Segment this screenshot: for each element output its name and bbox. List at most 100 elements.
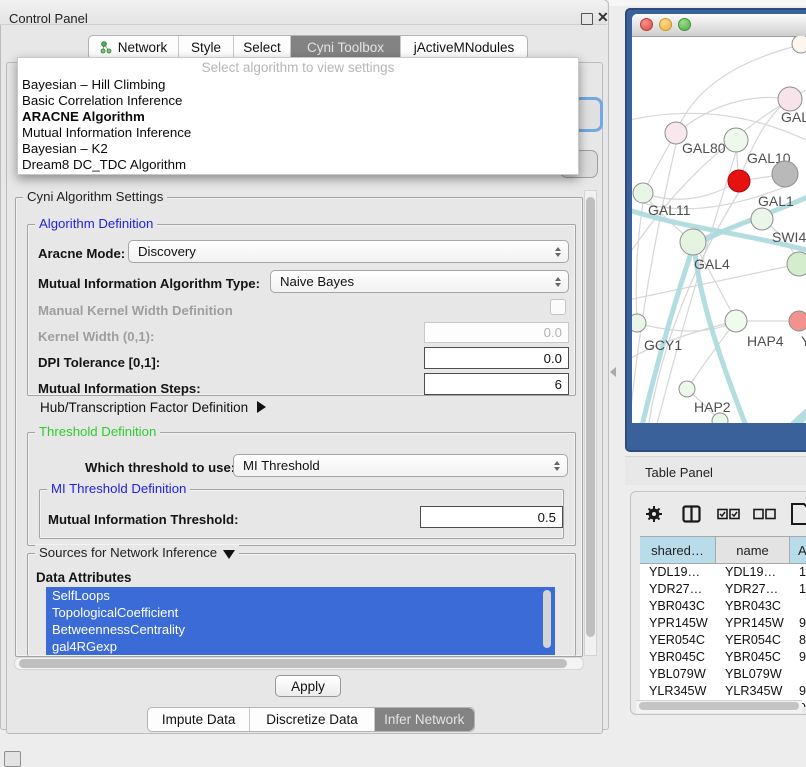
table-row[interactable]: YBR043CYBR043C [640, 598, 806, 615]
table-row[interactable]: YER054CYER054C8. [640, 632, 806, 649]
network-node[interactable] [633, 183, 653, 203]
attribute-item[interactable]: gal4RGexp [46, 638, 555, 655]
mi-threshold-field[interactable]: 0.5 [420, 506, 563, 528]
tab-infer-network[interactable]: Infer Network [375, 708, 474, 731]
table-cell[interactable]: YBR043C [640, 598, 716, 615]
table-cell[interactable]: YER054C [716, 632, 790, 649]
network-node[interactable] [751, 208, 773, 230]
select-all-checkboxes-icon[interactable] [717, 508, 741, 520]
tab-cyni-toolbox[interactable]: Cyni Toolbox [291, 36, 401, 59]
table-cell[interactable]: 9. [790, 649, 806, 666]
settings-vscrollbar-thumb[interactable] [586, 197, 595, 637]
table-cell[interactable]: 8. [790, 632, 806, 649]
table-cell[interactable]: YBR045C [640, 649, 716, 666]
network-node[interactable] [728, 170, 750, 192]
tab-select[interactable]: Select [234, 36, 291, 59]
network-node[interactable] [792, 36, 806, 53]
table-cell[interactable]: YPR145W [640, 615, 716, 632]
table-row[interactable]: YDR27…YDR27…12 [640, 581, 806, 598]
tab-discretize-data[interactable]: Discretize Data [250, 708, 374, 731]
hub-definition-toggle[interactable]: Hub/Transcription Factor Definition [40, 400, 266, 415]
network-canvas[interactable]: GALGAL80GAL10GAL1GAL11SWI4GAL4GCY1HAP4YH… [632, 36, 806, 423]
table-cell[interactable]: 13 [790, 564, 806, 581]
gear-icon[interactable] [645, 505, 663, 523]
dropdown-item[interactable]: ARACNE Algorithm [18, 109, 578, 125]
zoom-traffic-light-icon[interactable] [678, 18, 691, 31]
table-row[interactable]: YBL079WYBL079W [640, 666, 806, 683]
column-header-next[interactable]: A [790, 537, 806, 563]
table-cell[interactable]: YBL079W [640, 666, 716, 683]
table-cell[interactable]: YDR27… [640, 581, 716, 598]
table-cell[interactable]: YLR345W [640, 683, 716, 700]
network-node[interactable] [725, 310, 747, 332]
network-edge[interactable] [636, 203, 643, 323]
table-cell[interactable]: YPR145W [716, 615, 790, 632]
network-node[interactable] [632, 314, 646, 332]
dpi-tolerance-field[interactable]: 0.0 [424, 347, 569, 369]
table-row[interactable]: YLR345WYLR345W9. [640, 683, 806, 700]
table-cell[interactable]: 12 [790, 581, 806, 598]
table-cell[interactable]: YDR27… [716, 581, 790, 598]
network-edge[interactable] [650, 152, 736, 423]
tab-jactivemnodules[interactable]: jActiveMNodules [401, 36, 527, 59]
network-node[interactable] [789, 311, 806, 331]
column-header-shared-name[interactable]: shared… [640, 537, 716, 563]
network-node[interactable] [778, 87, 802, 111]
table-cell[interactable]: YBR045C [716, 649, 790, 666]
data-attributes-list[interactable]: SelfLoopsTopologicalCoefficientBetweenne… [46, 587, 555, 655]
table-cell[interactable]: YBL079W [716, 666, 790, 683]
float-panel-icon[interactable] [581, 13, 593, 25]
network-edge[interactable] [637, 321, 736, 331]
document-icon[interactable] [790, 502, 806, 526]
dropdown-item[interactable]: Dream8 DC_TDC Algorithm [18, 157, 578, 173]
table-row[interactable]: YPR145WYPR145W9. [640, 615, 806, 632]
dropdown-item[interactable]: Basic Correlation Inference [18, 93, 578, 109]
mi-type-select[interactable]: Naive Bayes [270, 270, 569, 293]
dropdown-item[interactable]: Bayesian – K2 [18, 141, 578, 157]
mi-steps-field[interactable]: 6 [424, 373, 569, 395]
close-traffic-light-icon[interactable] [640, 18, 653, 31]
table-cell[interactable] [790, 598, 806, 615]
network-edge[interactable] [632, 113, 806, 140]
table-cell[interactable]: YER054C [640, 632, 716, 649]
sources-title[interactable]: Sources for Network Inference [35, 545, 239, 560]
dropdown-item[interactable]: Mutual Information Inference [18, 125, 578, 141]
table-cell[interactable]: YBR043C [716, 598, 790, 615]
network-node[interactable] [724, 128, 748, 152]
table-cell[interactable] [790, 666, 806, 683]
table-cell[interactable]: YDL19… [640, 564, 716, 581]
table-cell[interactable]: YLR345W [716, 683, 790, 700]
corner-button[interactable] [4, 751, 21, 767]
settings-hscrollbar[interactable] [14, 657, 584, 670]
apply-button[interactable]: Apply [275, 675, 341, 697]
tab-impute-data[interactable]: Impute Data [148, 708, 250, 731]
minimize-traffic-light-icon[interactable] [659, 18, 672, 31]
network-edge-thick[interactable] [768, 408, 806, 423]
split-columns-icon[interactable] [682, 505, 701, 523]
network-node[interactable] [680, 229, 706, 255]
which-threshold-select[interactable]: MI Threshold [233, 454, 568, 477]
network-node[interactable] [679, 381, 695, 397]
dropdown-item[interactable]: Bayesian – Hill Climbing [18, 77, 578, 93]
aracne-mode-select[interactable]: Discovery [128, 240, 569, 263]
network-node[interactable] [772, 161, 798, 187]
table-hscrollbar-thumb[interactable] [639, 702, 799, 710]
table-cell[interactable]: 9. [790, 683, 806, 700]
network-node[interactable] [787, 252, 806, 276]
attributes-scrollbar-thumb[interactable] [543, 590, 551, 648]
kernel-width-field[interactable]: 0.0 [424, 322, 569, 343]
settings-hscrollbar-thumb[interactable] [19, 659, 567, 668]
table-row[interactable]: YDL19…YDL19…13 [640, 564, 806, 581]
splitter-collapse-icon[interactable] [610, 367, 616, 377]
tab-style[interactable]: Style [179, 36, 234, 59]
column-header-name[interactable]: name [716, 537, 790, 563]
network-edge-thick[interactable] [695, 252, 750, 423]
manual-kernel-checkbox[interactable] [550, 299, 566, 315]
attribute-item[interactable]: BetweennessCentrality [46, 621, 555, 638]
tab-network[interactable]: Network [89, 36, 179, 59]
table-row[interactable]: YBR045CYBR045C9. [640, 649, 806, 666]
deselect-checkboxes-icon[interactable] [753, 508, 777, 520]
table-cell[interactable]: YDL19… [716, 564, 790, 581]
attribute-item[interactable]: SelfLoops [46, 587, 555, 604]
close-icon[interactable]: ✕ [597, 9, 609, 26]
